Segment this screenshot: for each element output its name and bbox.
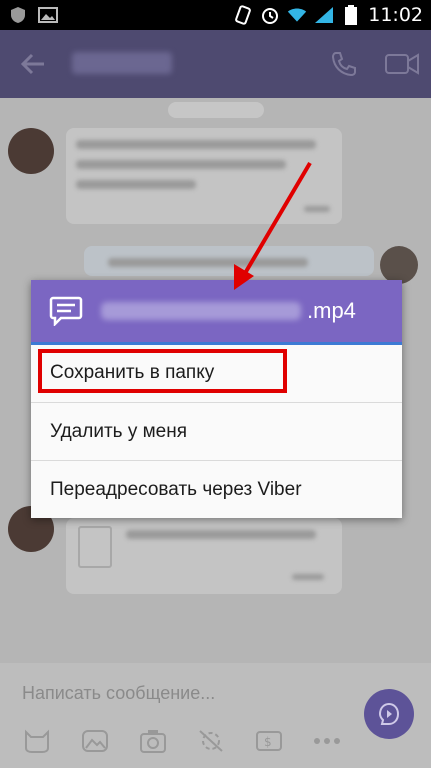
wallet-icon[interactable]: $ [254, 727, 284, 755]
filename-blurred [101, 302, 301, 320]
phone-icon[interactable] [330, 50, 358, 83]
file-extension: .mp4 [307, 298, 356, 323]
arrow-left-icon[interactable] [20, 52, 46, 81]
file-icon [78, 526, 112, 568]
menu-item-label: Переадресовать через Viber [50, 479, 302, 500]
rotate-icon [233, 5, 253, 25]
file-message-bubble[interactable] [66, 518, 342, 594]
signal-icon [314, 5, 334, 25]
video-camera-icon[interactable] [384, 50, 420, 83]
alarm-icon [260, 5, 280, 25]
doodle-icon[interactable] [196, 727, 226, 755]
avatar[interactable] [8, 128, 54, 174]
annotation-highlight-box [38, 349, 287, 393]
wifi-icon [287, 5, 307, 25]
image-notification-icon [38, 5, 58, 25]
message-input[interactable]: Написать сообщение... [22, 683, 215, 704]
message-composer: Написать сообщение... $ [0, 663, 431, 768]
menu-item-label: Удалить у меня [50, 421, 188, 442]
chat-bubble-icon [49, 294, 83, 331]
contact-name-blurred[interactable] [72, 52, 172, 74]
sticker-icon[interactable] [22, 727, 52, 755]
more-icon[interactable] [312, 727, 342, 755]
status-time: 11:02 [368, 4, 423, 26]
outgoing-message-bubble[interactable] [84, 246, 374, 276]
battery-icon [341, 5, 361, 25]
send-icon[interactable] [364, 689, 414, 739]
forward-via-viber-item[interactable]: Переадресовать через Viber [31, 460, 402, 519]
conversation-app-bar [0, 30, 431, 98]
avatar[interactable] [380, 246, 418, 284]
delete-for-me-item[interactable]: Удалить у меня [31, 402, 402, 461]
svg-text:$: $ [264, 735, 272, 749]
date-separator [168, 102, 264, 118]
status-bar: 11:02 [0, 0, 431, 30]
save-to-folder-item[interactable]: Сохранить в папку [31, 344, 402, 402]
gallery-icon[interactable] [80, 727, 110, 755]
message-bubble[interactable] [66, 128, 342, 224]
shield-icon [8, 5, 28, 25]
file-options-dialog: .mp4 Сохранить в папку Удалить у меня Пе… [31, 280, 402, 518]
camera-icon[interactable] [138, 727, 168, 755]
dialog-header: .mp4 [31, 280, 402, 345]
